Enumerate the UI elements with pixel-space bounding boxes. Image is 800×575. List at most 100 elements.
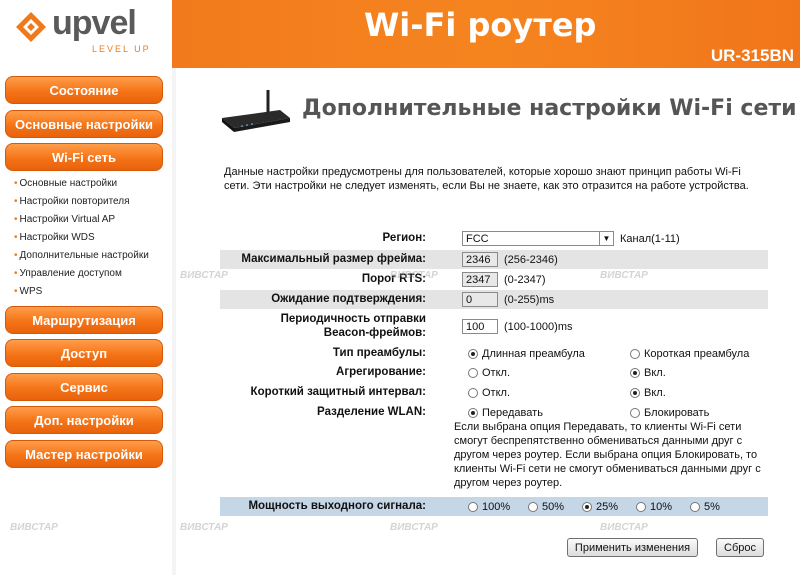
nav-status-button[interactable]: Состояние (5, 76, 163, 104)
aggregation-on-label: Вкл. (644, 366, 666, 379)
nav-routing-button[interactable]: Маршрутизация (5, 306, 163, 334)
frame-size-input[interactable]: 2346 (462, 252, 498, 267)
tx-power-25-label: 25% (596, 500, 619, 513)
ack-timeout-label: Ожидание подтверждения: (271, 293, 426, 305)
page-title: Дополнительные настройки Wi-Fi сети (302, 96, 797, 121)
tx-power-100-option[interactable]: 100% (468, 497, 510, 516)
beacon-label: Периодичность отправки Beacon-фреймов: (281, 312, 426, 344)
tx-power-row: Мощность выходного сигнала: 100% 50% 25%… (220, 497, 768, 516)
aggregation-label: Агрегирование: (336, 366, 426, 378)
radio-selected-icon[interactable] (630, 387, 640, 398)
beacon-row: Периодичность отправки Beacon-фреймов: 1… (220, 310, 768, 342)
wlan-forward-label: Передавать (482, 406, 543, 419)
wlan-separation-label: Разделение WLAN: (317, 406, 426, 418)
aggregation-on-option[interactable]: Вкл. (630, 363, 666, 382)
frame-size-label: Максимальный размер фрейма: (241, 253, 426, 265)
nav-extra-settings-button[interactable]: Доп. настройки (5, 406, 163, 434)
watermark: ВИВСТАР (600, 522, 648, 533)
tx-power-50-label: 50% (542, 500, 565, 513)
preamble-short-option[interactable]: Короткая преамбула (630, 344, 749, 363)
ack-timeout-input[interactable]: 0 (462, 292, 498, 307)
wlan-separation-help: Если выбрана опция Передавать, то клиент… (454, 421, 761, 489)
page-description: Данные настройки предусмотрены для польз… (224, 166, 749, 192)
chevron-down-icon: ▼ (599, 232, 613, 245)
header-model: UR-315BN (710, 46, 794, 65)
radio-selected-icon[interactable] (468, 407, 478, 418)
watermark: ВИВСТАР (390, 270, 438, 281)
preamble-label: Тип преамбулы: (332, 347, 426, 359)
guard-on-option[interactable]: Вкл. (630, 383, 666, 402)
nav-access-button[interactable]: Доступ (5, 339, 163, 367)
region-select-value: FCC (466, 232, 489, 245)
logo: upvel LEVEL UP (0, 0, 172, 68)
tx-power-5-label: 5% (704, 500, 720, 513)
radio-unselected-icon[interactable] (468, 367, 478, 378)
radio-unselected-icon[interactable] (468, 387, 478, 398)
radio-unselected-icon[interactable] (468, 501, 478, 512)
region-select[interactable]: FCC ▼ (462, 231, 614, 246)
tx-power-5-option[interactable]: 5% (690, 497, 720, 516)
radio-selected-icon[interactable] (630, 367, 640, 378)
aggregation-row: Агрегирование: Откл. Вкл. (220, 363, 768, 382)
radio-unselected-icon[interactable] (528, 501, 538, 512)
preamble-long-label: Длинная преамбула (482, 347, 585, 360)
frame-size-range: (256-2346) (504, 253, 558, 266)
tx-power-50-option[interactable]: 50% (528, 497, 564, 516)
radio-unselected-icon[interactable] (630, 348, 640, 359)
beacon-range: (100-1000)ms (504, 320, 573, 333)
sidebar-subitem-wps[interactable]: WPS (14, 286, 43, 297)
guard-interval-row: Короткий защитный интервал: Откл. Вкл. (220, 383, 768, 402)
tx-power-25-option[interactable]: 25% (582, 497, 618, 516)
tx-power-100-label: 100% (482, 500, 511, 513)
beacon-label-line1: Периодичность отправки (280, 313, 426, 325)
nav-service-button[interactable]: Сервис (5, 373, 163, 401)
rts-input[interactable]: 2347 (462, 272, 498, 287)
beacon-label-line2: Beacon-фреймов: (323, 327, 426, 339)
nav-wifi-button[interactable]: Wi-Fi сеть (5, 143, 163, 171)
aggregation-off-option[interactable]: Откл. (468, 363, 510, 382)
brand-slogan: LEVEL UP (92, 44, 151, 54)
tx-power-10-label: 10% (650, 500, 673, 513)
radio-selected-icon[interactable] (468, 348, 478, 359)
watermark: ВИВСТАР (180, 270, 228, 281)
preamble-row: Тип преамбулы: Длинная преамбула Коротка… (220, 344, 768, 363)
aggregation-off-label: Откл. (482, 366, 511, 379)
watermark: ВИВСТАР (10, 522, 58, 533)
sidebar-subitem-repeater[interactable]: Настройки повторителя (14, 196, 130, 207)
brand-name: upvel (52, 4, 137, 42)
radio-unselected-icon[interactable] (690, 501, 700, 512)
radio-selected-icon[interactable] (582, 501, 592, 512)
apply-button[interactable]: Применить изменения (567, 538, 698, 557)
nav-basic-settings-button[interactable]: Основные настройки (5, 110, 163, 138)
sidebar-subitem-wds[interactable]: Настройки WDS (14, 232, 95, 243)
watermark: ВИВСТАР (180, 522, 228, 533)
reset-button[interactable]: Сброс (716, 538, 764, 557)
router-icon (222, 90, 290, 132)
radio-unselected-icon[interactable] (630, 407, 640, 418)
region-channel-note: Канал(1-11) (620, 232, 680, 245)
upvel-logo-icon (16, 12, 46, 42)
watermark: ВИВСТАР (390, 522, 438, 533)
ack-timeout-row: Ожидание подтверждения: 0 (0-255)ms (220, 290, 768, 309)
rts-row: Порог RTS: 2347 (0-2347) (220, 270, 768, 289)
guard-interval-label: Короткий защитный интервал: (250, 386, 426, 398)
guard-off-option[interactable]: Откл. (468, 383, 510, 402)
beacon-input[interactable]: 100 (462, 319, 498, 334)
preamble-long-option[interactable]: Длинная преамбула (468, 344, 585, 363)
tx-power-10-option[interactable]: 10% (636, 497, 672, 516)
sidebar: Состояние Основные настройки Wi-Fi сеть … (0, 68, 172, 575)
watermark: ВИВСТАР (600, 270, 648, 281)
nav-wizard-button[interactable]: Мастер настройки (5, 440, 163, 468)
guard-off-label: Откл. (482, 386, 511, 399)
ack-timeout-range: (0-255)ms (504, 293, 555, 306)
sidebar-subitem-access-control[interactable]: Управление доступом (14, 268, 122, 279)
main-content: Дополнительные настройки Wi-Fi сети Данн… (176, 68, 800, 575)
preamble-short-label: Короткая преамбула (644, 347, 750, 360)
sidebar-subitem-basic[interactable]: Основные настройки (14, 178, 118, 189)
sidebar-subitem-virtual-ap[interactable]: Настройки Virtual AP (14, 214, 116, 225)
header-title: Wi-Fi роутер (364, 6, 597, 44)
header-banner: Wi-Fi роутер UR-315BN (172, 0, 800, 68)
sidebar-subitem-advanced[interactable]: Дополнительные настройки (14, 250, 149, 261)
region-row: Регион: FCC ▼ Канал(1-11) (220, 229, 768, 248)
radio-unselected-icon[interactable] (636, 501, 646, 512)
